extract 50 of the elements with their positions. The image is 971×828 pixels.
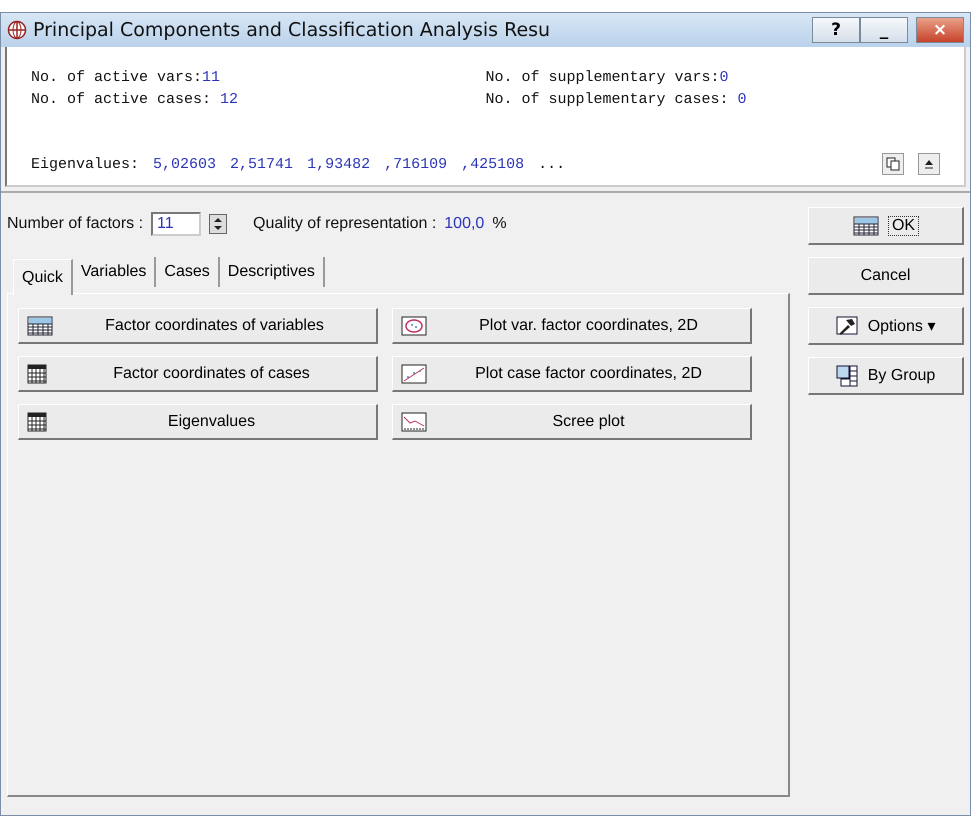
summary-text: No. of supplementary vars:0 <box>486 69 730 88</box>
globe-icon <box>7 20 27 40</box>
tab[interactable]: Descriptives <box>220 257 325 287</box>
grid-icon <box>836 364 858 386</box>
line-chart-icon <box>401 412 427 432</box>
action-button[interactable]: Plot var. factor coordinates, 2D <box>392 308 752 344</box>
eigenvalues-label: Eigenvalues: <box>31 156 140 172</box>
eigenvalue: 2,51741 <box>230 156 294 172</box>
tab[interactable]: Variables <box>72 257 156 287</box>
quality-label: Quality of representation : <box>253 215 436 233</box>
summary-text: No. of active cases: 12 <box>31 91 240 110</box>
more-text: ... <box>538 156 566 172</box>
quality-value: 100,0 <box>444 215 484 233</box>
action-button[interactable]: Factor coordinates of cases <box>18 356 378 392</box>
action-button[interactable]: Plot case factor coordinates, 2D <box>392 356 752 392</box>
copy-button[interactable] <box>882 153 904 175</box>
action-button[interactable]: Scree plot <box>392 404 752 440</box>
eigenvalue: 5,02603 <box>153 156 216 172</box>
grid-icon <box>27 412 47 432</box>
factors-label: Number of factors : <box>7 215 144 233</box>
cancel-button[interactable]: Cancel <box>808 257 964 295</box>
options-button[interactable]: Options ▾ <box>808 307 964 345</box>
copy-icon <box>886 157 900 171</box>
percent-sign: % <box>492 215 507 233</box>
action-button[interactable]: Factor coordinates of variables <box>18 308 378 344</box>
grid-icon <box>852 216 879 236</box>
eigenvalue: 1,93482 <box>307 156 370 172</box>
by-group-button[interactable]: By Group <box>808 357 964 395</box>
scatter-plot-icon <box>401 364 427 384</box>
expand-button[interactable] <box>918 153 940 175</box>
tab[interactable]: Quick <box>13 259 73 295</box>
oval-plot-icon <box>401 316 427 336</box>
help-button[interactable]: ? <box>812 17 860 43</box>
summary-text: No. of active vars:11 <box>31 69 222 88</box>
tab[interactable]: Cases <box>156 257 220 287</box>
eigenvalue: ,425108 <box>461 156 524 172</box>
arrow-down-icon <box>213 225 224 231</box>
window-title: Principal Components and Classification Analysis Resu <box>33 19 550 41</box>
hammer-icon <box>836 316 858 336</box>
arrow-up-icon <box>924 158 934 170</box>
spin-button[interactable] <box>209 214 228 234</box>
grid-icon <box>27 316 53 336</box>
ok-button[interactable]: OK <box>808 207 964 245</box>
factors-field[interactable]: 11 <box>151 212 202 236</box>
eigenvalue: ,716109 <box>384 156 448 172</box>
arrow-up-icon <box>213 217 224 223</box>
grid-icon <box>27 364 47 384</box>
summary-text: No. of supplementary cases: 0 <box>486 91 748 110</box>
minimize-button[interactable]: _ <box>860 17 908 43</box>
action-button[interactable]: Eigenvalues <box>18 404 378 440</box>
